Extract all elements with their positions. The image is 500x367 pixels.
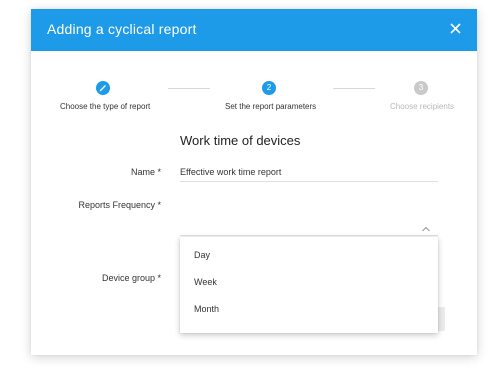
step-2-indicator[interactable]: 2 <box>262 81 276 95</box>
dropdown-option-day[interactable]: Day <box>180 242 438 268</box>
step-connector <box>168 88 210 89</box>
name-input-underline <box>180 181 438 182</box>
dropdown-option-week[interactable]: Week <box>180 269 438 295</box>
name-input[interactable]: Effective work time report <box>180 167 281 177</box>
step-1-label: Choose the type of report <box>60 102 151 111</box>
frequency-select-underline <box>180 235 438 236</box>
dialog-header: Adding a cyclical report <box>31 9 477 51</box>
chevron-up-icon[interactable] <box>421 220 431 232</box>
dropdown-option-month[interactable]: Month <box>180 296 438 322</box>
step-2-label: Set the report parameters <box>225 102 317 111</box>
step-connector <box>333 88 375 89</box>
add-report-dialog: Adding a cyclical report Choose the type… <box>31 9 477 355</box>
step-1-indicator[interactable] <box>96 81 110 95</box>
frequency-label: Reports Frequency * <box>78 200 161 210</box>
step-3-label: Choose recipients <box>390 102 455 111</box>
pencil-icon <box>99 85 106 92</box>
dialog-title: Adding a cyclical report <box>47 21 197 37</box>
step-3-indicator[interactable]: 3 <box>414 81 428 95</box>
section-title: Work time of devices <box>180 133 301 148</box>
device-group-label: Device group * <box>101 273 161 283</box>
frequency-dropdown: Day Week Month <box>180 237 438 333</box>
close-icon[interactable] <box>445 18 467 40</box>
name-label: Name * <box>130 167 161 177</box>
